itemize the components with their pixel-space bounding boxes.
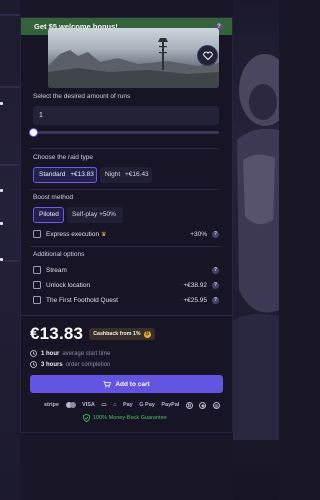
cashback-text: Cashback from 1% — [93, 331, 141, 337]
first-foothold-checkbox[interactable] — [33, 296, 41, 304]
background-dot — [0, 222, 3, 225]
additional-option-label: Stream — [46, 266, 67, 274]
payment-paypal: PayPal — [161, 402, 180, 408]
runs-slider-thumb[interactable] — [29, 128, 38, 137]
heart-icon — [202, 51, 213, 60]
additional-option-label: Unlock location — [46, 281, 91, 289]
completion-time-text: order completion — [65, 361, 111, 368]
express-label-wrap: Express execution ♛ — [46, 231, 190, 238]
express-price: +30% — [190, 230, 207, 238]
unlock-location-checkbox[interactable] — [33, 281, 41, 289]
bitcoin-icon: ₿ — [185, 401, 193, 409]
background-soldier-art — [233, 0, 279, 500]
coin-icon: ₿ — [143, 330, 151, 338]
cart-icon — [103, 380, 112, 388]
divider — [30, 148, 220, 149]
background-dot — [0, 102, 3, 105]
question-icon[interactable]: ? — [212, 281, 219, 289]
additional-option-price: +€38.92 — [183, 281, 207, 289]
payment-methods: stripe VISA ▭ ⌂ Pay G Pay PayPal ₿ ◆ ◎ — [44, 400, 220, 410]
payment-stripe: stripe — [44, 402, 59, 408]
raid-option-standard[interactable]: Standard +€13.83 — [33, 167, 97, 183]
additional-option-price: +€25.95 — [183, 296, 207, 304]
clock-icon — [30, 361, 37, 368]
express-label: Express execution — [46, 230, 100, 238]
add-to-cart-label: Add to cart — [115, 380, 150, 388]
divider — [30, 189, 220, 190]
additional-options-label: Additional options — [33, 251, 85, 258]
card-icon: ▭ — [101, 402, 107, 408]
guarantee-text: 100% Money-Back Guarantee — [93, 415, 167, 421]
raid-option-price: +€13.83 — [70, 171, 94, 178]
add-to-cart-button[interactable]: Add to cart — [30, 375, 223, 393]
runs-slider-track[interactable] — [33, 131, 219, 134]
cashback-badge[interactable]: Cashback from 1% ₿ — [89, 328, 155, 340]
question-icon[interactable]: ? — [212, 230, 219, 238]
question-icon[interactable]: ? — [212, 296, 219, 304]
additional-option-label: The First Foothold Quest — [46, 296, 118, 304]
ethereum-icon: ◆ — [199, 401, 207, 409]
question-icon[interactable]: ? — [212, 266, 219, 274]
soldier-illustration — [233, 54, 279, 440]
raid-type-label: Choose the raid type — [33, 154, 93, 161]
additional-option-first-foothold-quest[interactable]: The First Foothold Quest +€25.95 ? — [33, 294, 219, 306]
divider — [20, 315, 233, 316]
hero-image — [48, 28, 219, 88]
boost-method-label: Boost method — [33, 194, 74, 201]
completion-time-value: 3 hours — [41, 361, 63, 368]
raid-option-name: Night — [105, 171, 121, 178]
background-dot — [0, 189, 3, 192]
payment-visa: VISA — [82, 402, 95, 408]
start-time-value: 1 hour — [41, 350, 60, 357]
runs-label: Select the desired amount of runs — [33, 93, 131, 100]
money-back-guarantee: 100% Money-Back Guarantee — [83, 414, 167, 422]
completion-time-row: 3 hours order completion — [30, 361, 110, 368]
favorite-button[interactable] — [197, 45, 218, 66]
background-dot — [0, 258, 3, 261]
apple-pay-wrap: Pay — [123, 402, 133, 408]
start-time-row: 1 hour average start time — [30, 350, 110, 357]
raid-option-price: +€16.43 — [125, 171, 149, 178]
boost-option-self-play[interactable]: Self-play +50% — [67, 207, 123, 223]
mastercard-icon — [65, 402, 76, 408]
mountain-scene-image — [48, 38, 219, 88]
boost-option-piloted[interactable]: Piloted — [33, 207, 64, 223]
runs-amount-input[interactable]: 1 — [33, 106, 219, 125]
stream-checkbox[interactable] — [33, 266, 41, 274]
additional-option-stream[interactable]: Stream ? — [33, 264, 219, 276]
crypto-icon: ◎ — [212, 401, 220, 409]
crown-icon: ♛ — [101, 231, 107, 238]
divider — [30, 246, 220, 247]
background-left — [0, 0, 20, 500]
price-summary: €13.83 Cashback from 1% ₿ — [30, 324, 155, 344]
raid-option-night[interactable]: Night +€16.43 — [100, 167, 152, 183]
express-checkbox[interactable] — [33, 230, 41, 238]
express-execution-option[interactable]: Express execution ♛ +30% ? — [33, 228, 219, 240]
payment-apple-pay: Pay — [122, 402, 133, 408]
raid-option-name: Standard — [39, 171, 66, 178]
total-price: €13.83 — [30, 324, 84, 343]
clock-icon — [30, 350, 37, 357]
bank-icon: ⌂ — [113, 402, 117, 408]
additional-option-unlock-location[interactable]: Unlock location +€38.92 ? — [33, 279, 219, 291]
start-time-text: average start time — [62, 350, 111, 357]
payment-google-pay: G Pay — [139, 402, 155, 408]
shield-icon — [83, 414, 90, 422]
